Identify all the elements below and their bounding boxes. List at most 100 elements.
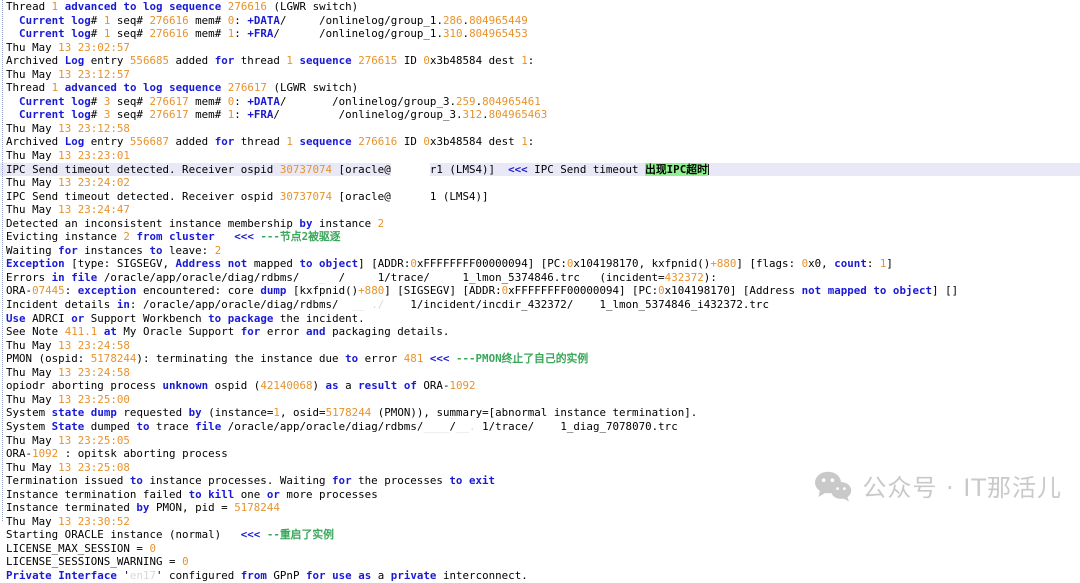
log-line[interactable]: Archived Log entry 556687 added for thre… xyxy=(0,135,1080,149)
log-token: Current xyxy=(19,27,65,41)
log-token: ] [SIGSEGV] [ADDR: xyxy=(384,284,502,298)
log-token: ID xyxy=(397,54,424,68)
log-line[interactable]: Thu May 13 23:24:58 xyxy=(0,366,1080,380)
log-line[interactable]: Errors in file /oracle/app/oracle/diag/r… xyxy=(0,270,1080,285)
log-line[interactable]: LICENSE_MAX_SESSION = 0 xyxy=(0,542,1080,556)
log-token: Use xyxy=(6,311,26,325)
log-token: instances xyxy=(77,243,150,257)
log-token: mem# xyxy=(188,94,228,108)
log-line[interactable]: System State dumped to trace file /oracl… xyxy=(0,419,1080,434)
log-token: 13 23:25:08 xyxy=(58,460,130,474)
log-line[interactable]: Instance termination failed to kill one … xyxy=(0,488,1080,502)
log-token: result xyxy=(358,379,398,393)
log-line[interactable]: Use ADRCI or Support Workbench to packag… xyxy=(0,312,1080,326)
log-token: : xyxy=(64,284,78,298)
log-token: ): terminating the instance due xyxy=(136,352,346,366)
log-line[interactable]: Thu May 13 23:24:47 xyxy=(0,203,1080,217)
log-line[interactable]: Current log# 3 seq# 276617 mem# 0: +DATA… xyxy=(0,94,1080,109)
log-token: and xyxy=(305,325,326,339)
log-line[interactable]: Evicting instance 2 from cluster <<< ---… xyxy=(0,230,1080,244)
log-line[interactable]: IPC Send timeout detected. Receiver ospi… xyxy=(0,189,1080,204)
log-token: 411.1 xyxy=(64,325,98,339)
log-token: Thu May xyxy=(6,67,59,81)
log-token: LICENSE_MAX_SESSION = xyxy=(6,541,150,555)
log-line[interactable]: opiodr aborting process unknown ospid (4… xyxy=(0,379,1080,393)
log-token: ] [] xyxy=(932,284,959,298)
log-line[interactable]: ORA-07445: exception encountered: core d… xyxy=(0,284,1080,298)
log-token: XXXXX xyxy=(345,270,378,285)
log-token: System xyxy=(6,406,52,420)
log-token: LICENSE_SESSIONS_WARNING = xyxy=(6,555,183,569)
log-line[interactable]: ORA-1092 : opitsk aborting process xyxy=(0,447,1080,461)
log-token: for xyxy=(332,474,352,488)
log-token: Archived xyxy=(6,54,65,68)
log-token: kill xyxy=(208,487,235,501)
log-line[interactable]: Waiting for instances to leave: 2 xyxy=(0,244,1080,258)
log-token: mem# xyxy=(188,108,228,122)
log-token: XXXXXXX xyxy=(286,94,333,109)
log-token: as xyxy=(325,379,339,393)
log-token: Log xyxy=(64,135,85,149)
log-token: XXXXX xyxy=(286,13,320,28)
log-token: Thread xyxy=(6,81,52,95)
log-line[interactable]: Thu May 13 23:23:01 xyxy=(0,149,1080,163)
log-line[interactable]: PMON (ospid: 5178244): terminating the i… xyxy=(0,352,1080,366)
log-token: object xyxy=(892,284,933,298)
log-token: more processes xyxy=(279,487,378,501)
log-token: to xyxy=(123,0,137,13)
log-token: 13 23:24:58 xyxy=(58,338,130,352)
log-token: 276617 xyxy=(149,108,189,122)
log-line[interactable]: Thu May 13 23:12:58 xyxy=(0,122,1080,136)
log-token: XXXXXX xyxy=(279,27,320,41)
log-line[interactable]: Incident details in: /oracle/app/oracle/… xyxy=(0,298,1080,312)
log-line[interactable]: IPC Send timeout detected. Receiver ospi… xyxy=(0,162,1080,177)
log-text-area[interactable]: Thread 1 advanced to log sequence 276616… xyxy=(0,0,1080,582)
log-line[interactable]: System state dump requested by (instance… xyxy=(0,406,1080,420)
log-token xyxy=(6,14,19,27)
log-line[interactable]: Exception [type: SIGSEGV, Address not ma… xyxy=(0,257,1080,271)
log-line[interactable]: Current log# 3 seq# 276617 mem# 1: +FRA/… xyxy=(0,108,1080,122)
log-line[interactable]: Thu May 13 23:30:52 xyxy=(0,515,1080,529)
log-line[interactable]: Current log# 1 seq# 276616 mem# 1: +FRA/… xyxy=(0,27,1080,41)
log-token: GPnP xyxy=(266,568,306,582)
log-line[interactable]: Thu May 13 23:25:08 xyxy=(0,461,1080,475)
log-token: PMON, pid = xyxy=(149,501,235,515)
log-token: x0, xyxy=(808,257,835,271)
log-line[interactable]: Instance terminated by PMON, pid = 51782… xyxy=(0,501,1080,515)
log-line[interactable]: Archived Log entry 556685 added for thre… xyxy=(0,54,1080,68)
log-token: 259 xyxy=(456,94,476,108)
log-line[interactable]: Thread 1 advanced to log sequence 276616… xyxy=(0,0,1080,14)
log-line[interactable]: Thu May 13 23:25:00 xyxy=(0,393,1080,407)
log-line[interactable]: Detected an inconsistent instance member… xyxy=(0,217,1080,231)
log-token: +880 xyxy=(710,257,737,271)
log-token: to xyxy=(345,352,359,366)
log-line[interactable]: See Note 411.1 at My Oracle Support for … xyxy=(0,325,1080,339)
log-line-list[interactable]: Thread 1 advanced to log sequence 276616… xyxy=(0,0,1080,583)
log-line[interactable]: Thu May 13 23:24:58 xyxy=(0,339,1080,353)
log-token: 1/trace/ xyxy=(377,270,430,284)
log-token: 1_lmon_5374846.trc xyxy=(462,270,580,284)
log-line[interactable]: Thread 1 advanced to log sequence 276617… xyxy=(0,81,1080,95)
log-token: /oracle/app/oracle/diag/rdbms/ xyxy=(97,270,300,284)
log-line[interactable]: Thu May 13 23:25:05 xyxy=(0,434,1080,448)
log-token: XXXXXX xyxy=(390,162,430,177)
log-line[interactable]: Current log# 1 seq# 276616 mem# 0: +DATA… xyxy=(0,13,1080,28)
log-token: 556685 xyxy=(129,54,170,68)
log-line[interactable]: Thu May 13 23:24:02 xyxy=(0,176,1080,190)
log-line[interactable]: Private Interface 'en17' configured from… xyxy=(0,569,1080,583)
log-token: 1_diag_7078070.trc xyxy=(560,419,678,433)
log-line[interactable]: Starting ORACLE instance (normal) <<< --… xyxy=(0,528,1080,542)
log-token: Exception xyxy=(6,257,65,271)
log-token: XXXX xyxy=(534,419,561,434)
log-token: count xyxy=(834,257,867,271)
log-token: ' configured xyxy=(156,568,241,582)
log-token: 804965449 xyxy=(469,13,528,27)
log-line[interactable]: LICENSE_SESSIONS_WARNING = 0 xyxy=(0,555,1080,569)
log-line[interactable]: Thu May 13 23:02:57 xyxy=(0,41,1080,55)
log-token: to xyxy=(188,487,202,501)
log-token: Waiting xyxy=(6,243,59,257)
log-line[interactable]: Termination issued to instance processes… xyxy=(0,474,1080,488)
log-token: Incident details xyxy=(6,298,117,312)
log-token: 13 23:25:00 xyxy=(58,392,130,406)
log-line[interactable]: Thu May 13 23:12:57 xyxy=(0,68,1080,82)
